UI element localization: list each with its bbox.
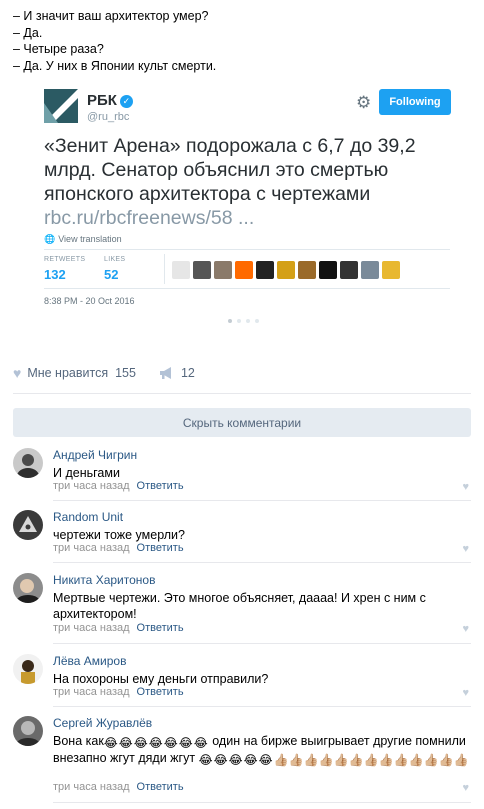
comment-time[interactable]: три часа назад [53, 781, 130, 793]
comment-text: Мертвые чертежи. Это многое объясняет, д… [53, 591, 426, 621]
comment-text: чертежи тоже умерли? [53, 528, 185, 542]
comment-meta: три часа назад Ответить [53, 480, 184, 492]
reply-button[interactable]: Ответить [137, 542, 184, 554]
comment-author[interactable]: Лёва Амиров [53, 654, 126, 668]
following-button: Following [379, 89, 451, 115]
tweet-link: rbc.ru/rbcfreenews/58 ... [44, 207, 255, 229]
like-count[interactable]: 155 [115, 366, 136, 380]
like-heart-icon[interactable]: ♥ [462, 481, 469, 493]
like-heart-icon[interactable]: ♥ [462, 623, 469, 635]
avatar[interactable] [13, 448, 43, 478]
tweet-account-name: РБК ✓ [87, 92, 133, 109]
avatar[interactable] [13, 510, 43, 540]
comment-author[interactable]: Сергей Журавлёв [53, 716, 152, 730]
divider [164, 254, 165, 284]
comment-time[interactable]: три часа назад [53, 686, 130, 698]
comment: Никита Харитонов Мертвые чертежи. Это мн… [13, 573, 471, 644]
post-line: – Да. [13, 25, 43, 40]
comment: Random Unit чертежи тоже умерли? три час… [13, 510, 471, 563]
tweet-body: «Зенит Арена» подорожала с 6,7 до 39,2 м… [44, 135, 416, 229]
gallery-dot[interactable] [246, 319, 250, 323]
rbc-logo [44, 89, 78, 123]
post-line: – Да. У них в Японии культ смерти. [13, 58, 217, 73]
liker-avatar [277, 261, 295, 279]
liker-avatar [340, 261, 358, 279]
divider [53, 500, 471, 501]
post-actions: ♥ Мне нравится 155 12 [13, 365, 195, 381]
divider [44, 288, 450, 289]
laugh-emoji-icon: 😂😂😂😂😂 [198, 753, 273, 767]
comment-meta: три часа назад Ответить [53, 781, 184, 793]
avatar[interactable] [13, 573, 43, 603]
hide-comments-button[interactable]: Скрыть комментарии [13, 408, 471, 437]
tweet-handle: @ru_rbc [87, 111, 130, 123]
comment-meta: три часа назад Ответить [53, 542, 184, 554]
reply-button[interactable]: Ответить [137, 480, 184, 492]
like-heart-icon[interactable]: ♥ [462, 782, 469, 794]
divider [44, 249, 450, 250]
post-line: – И значит ваш архитектор умер? [13, 9, 209, 23]
gallery-dot[interactable] [255, 319, 259, 323]
gallery-dot[interactable] [228, 319, 232, 323]
liker-avatar [256, 261, 274, 279]
retweets-count: 132 [44, 267, 66, 282]
retweets-label: RETWEETS [44, 256, 86, 263]
liker-avatar [193, 261, 211, 279]
gear-icon: ⚙ [356, 93, 372, 112]
liker-avatar [361, 261, 379, 279]
likes-label: LIKES [104, 256, 126, 263]
liker-avatar [172, 261, 190, 279]
reply-button[interactable]: Ответить [137, 686, 184, 698]
liker-avatar [235, 261, 253, 279]
comment-author[interactable]: Никита Харитонов [53, 573, 155, 587]
comment-text: На похороны ему деньги отправили? [53, 672, 269, 686]
globe-icon: 🌐 [44, 234, 56, 244]
comment: Андрей Чигрин И деньгами три часа назад О… [13, 448, 471, 501]
megaphone-icon[interactable] [159, 367, 175, 379]
reply-button[interactable]: Ответить [137, 622, 184, 634]
like-button[interactable]: Мне нравится [27, 366, 108, 380]
comment-time[interactable]: три часа назад [53, 542, 130, 554]
laugh-emoji-icon: 😂😂😂😂😂😂😂 [103, 736, 208, 750]
avatar[interactable] [13, 716, 43, 746]
liker-avatars [172, 261, 400, 279]
post-text: – И значит ваш архитектор умер? – Да. – … [13, 8, 473, 74]
divider [53, 706, 471, 707]
divider [53, 802, 471, 803]
tweet-date: 8:38 PM - 20 Oct 2016 [44, 296, 135, 306]
comment-author[interactable]: Андрей Чигрин [53, 448, 137, 462]
comment-author[interactable]: Random Unit [53, 510, 123, 524]
post-line: – Четыре раза? [13, 42, 104, 56]
comment-meta: три часа назад Ответить [53, 622, 184, 634]
view-translation: 🌐 View translation [44, 234, 122, 244]
liker-avatar [382, 261, 400, 279]
gallery-dot[interactable] [237, 319, 241, 323]
liker-avatar [298, 261, 316, 279]
like-heart-icon[interactable]: ♥ [462, 543, 469, 555]
divider [13, 393, 471, 394]
divider [53, 562, 471, 563]
likes-count: 52 [104, 267, 119, 282]
avatar[interactable] [13, 654, 43, 684]
thumbs-up-emoji-icon: 👍🏼👍🏼👍🏼👍🏼👍🏼👍🏼👍🏼👍🏼👍🏼👍🏼👍🏼👍🏼👍🏼 [273, 753, 469, 767]
liker-avatar [319, 261, 337, 279]
divider [53, 643, 471, 644]
heart-icon[interactable]: ♥ [13, 365, 21, 381]
comment: Лёва Амиров На похороны ему деньги отпра… [13, 654, 471, 707]
reply-button[interactable]: Ответить [137, 781, 184, 793]
like-heart-icon[interactable]: ♥ [462, 687, 469, 699]
gallery-dots [228, 319, 259, 323]
comment-text: Вона как😂😂😂😂😂😂😂 один на бирже выигрывает… [53, 734, 469, 767]
verified-icon: ✓ [119, 95, 133, 108]
share-count[interactable]: 12 [181, 366, 195, 380]
comment-text: И деньгами [53, 466, 120, 480]
liker-avatar [214, 261, 232, 279]
comment-time[interactable]: три часа назад [53, 480, 130, 492]
comment: Сергей Журавлёв Вона как😂😂😂😂😂😂😂 один на … [13, 716, 471, 804]
comment-time[interactable]: три часа назад [53, 622, 130, 634]
comment-meta: три часа назад Ответить [53, 686, 184, 698]
tweet-image[interactable]: РБК ✓ @ru_rbc ⚙ Following «Зенит Арена» п… [30, 80, 458, 345]
